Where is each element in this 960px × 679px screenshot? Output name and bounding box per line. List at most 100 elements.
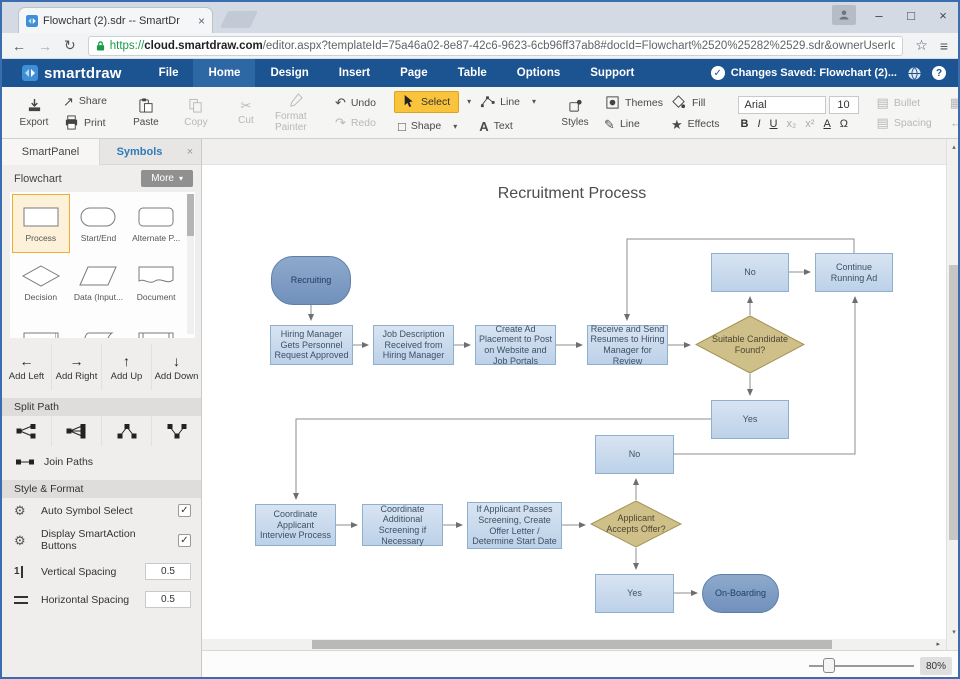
spacing-button[interactable]: ▤Spacing (877, 116, 932, 129)
font-color-button[interactable]: A (823, 118, 830, 130)
shape-caret-icon[interactable]: ▾ (453, 122, 457, 131)
panel-close-icon[interactable]: × (179, 146, 201, 158)
zoom-slider[interactable] (809, 665, 914, 667)
subscript-button[interactable]: x₂ (787, 118, 797, 130)
node-job-description[interactable]: Job Description Received from Hiring Man… (373, 325, 454, 365)
join-paths-button[interactable]: Join Paths (2, 446, 201, 472)
line-style-button[interactable]: ✎Line (604, 118, 663, 131)
split-path-down-button[interactable] (102, 416, 152, 446)
node-create-offer[interactable]: If Applicant Passes Screening, Create Of… (467, 502, 562, 549)
menu-design[interactable]: Design (255, 59, 323, 87)
node-applicant-accepts[interactable]: Applicant Accepts Offer? (590, 500, 682, 548)
italic-button[interactable]: I (757, 118, 760, 130)
cut-button[interactable]: ✂ Cut (225, 99, 267, 126)
symbol-alternate-process[interactable]: Alternate P... (127, 194, 185, 253)
node-yes-candidate[interactable]: Yes (711, 400, 789, 439)
horizontal-scrollbar[interactable]: ▸ (202, 639, 946, 650)
add-right-button[interactable]: →Add Right (52, 344, 102, 390)
effects-button[interactable]: ★Effects (671, 118, 720, 131)
scroll-down-icon[interactable]: ▾ (947, 628, 960, 636)
refresh-icon[interactable]: ↻ (64, 37, 76, 54)
node-recruiting[interactable]: Recruiting (271, 256, 351, 305)
menu-insert[interactable]: Insert (324, 59, 385, 87)
add-down-button[interactable]: ↓Add Down (152, 344, 201, 390)
symbol-multi-document[interactable] (12, 312, 70, 338)
help-icon[interactable]: ? (932, 66, 946, 80)
symbol-predefined-process[interactable] (127, 312, 185, 338)
node-no-continue[interactable]: No (711, 253, 789, 292)
horizontal-scroll-thumb[interactable] (312, 640, 832, 649)
browser-menu-icon[interactable]: ≡ (940, 38, 948, 54)
split-path-2-right-button[interactable] (2, 416, 52, 446)
node-onboarding[interactable]: On-Boarding (702, 574, 779, 613)
globe-icon[interactable] (907, 66, 922, 81)
auto-symbol-select-checkbox[interactable]: ✓ (178, 504, 191, 517)
split-path-up-button[interactable] (152, 416, 201, 446)
horizontal-spacing-input[interactable]: 0.5 (145, 591, 191, 608)
export-button[interactable]: Export (13, 98, 55, 128)
vertical-scroll-thumb[interactable] (949, 265, 959, 540)
line-caret-icon[interactable]: ▾ (532, 97, 536, 106)
paste-button[interactable]: Paste (125, 98, 167, 128)
symbol-stored-data[interactable] (70, 312, 128, 338)
scroll-right-icon[interactable]: ▸ (936, 640, 940, 648)
profile-icon[interactable] (832, 5, 856, 25)
shape-tool-button[interactable]: □ Shape (394, 118, 445, 135)
fill-button[interactable]: Fill (671, 95, 720, 111)
draw-area[interactable]: Recruitment Process (202, 139, 946, 639)
font-name-input[interactable]: Arial (738, 96, 826, 114)
back-icon[interactable]: ← (12, 38, 26, 54)
text-tool-button[interactable]: A Text (475, 118, 517, 135)
node-additional-screening[interactable]: Coordinate Additional Screening if Neces… (362, 504, 443, 546)
more-button[interactable]: More▾ (141, 170, 193, 187)
new-tab-button[interactable] (220, 11, 258, 28)
menu-options[interactable]: Options (502, 59, 575, 87)
add-up-button[interactable]: ↑Add Up (102, 344, 152, 390)
node-yes-offer[interactable]: Yes (595, 574, 674, 613)
tab-close-icon[interactable]: × (198, 14, 205, 28)
tab-smartpanel[interactable]: SmartPanel (2, 139, 100, 165)
copy-button[interactable]: Copy (175, 98, 217, 128)
menu-home[interactable]: Home (193, 59, 255, 87)
zoom-slider-handle[interactable] (823, 658, 835, 673)
themes-button[interactable]: Themes (604, 95, 663, 111)
bullet-button[interactable]: ▤Bullet (877, 96, 932, 109)
menu-file[interactable]: File (144, 59, 194, 87)
add-left-button[interactable]: ←Add Left (2, 344, 52, 390)
symbol-document[interactable]: Document (127, 253, 185, 312)
select-caret-icon[interactable]: ▾ (467, 97, 471, 106)
format-painter-button[interactable]: Format Painter (275, 92, 317, 133)
node-create-ad[interactable]: Create Ad Placement to Post on Website a… (475, 325, 556, 365)
display-smartaction-checkbox[interactable]: ✓ (178, 534, 191, 547)
bookmark-star-icon[interactable]: ☆ (915, 37, 928, 54)
styles-button[interactable]: Styles (554, 98, 596, 128)
undo-button[interactable]: ↶Undo (335, 96, 376, 109)
maximize-button[interactable]: □ (902, 8, 920, 23)
url-bar[interactable]: https://cloud.smartdraw.com/editor.aspx?… (88, 36, 904, 56)
select-tool-button[interactable]: Select (394, 91, 459, 113)
align-button[interactable]: ▦Align (950, 96, 960, 109)
node-hiring-manager[interactable]: Hiring Manager Gets Personnel Request Ap… (270, 325, 353, 365)
superscript-button[interactable]: x² (805, 118, 814, 130)
redo-button[interactable]: ↷Redo (335, 116, 376, 129)
symbol-button[interactable]: Ω (840, 118, 848, 130)
node-receive-resumes[interactable]: Receive and Send Resumes to Hiring Manag… (587, 325, 668, 365)
underline-button[interactable]: U (770, 118, 778, 130)
menu-table[interactable]: Table (443, 59, 502, 87)
node-suitable-candidate[interactable]: Suitable Candidate Found? (695, 315, 805, 374)
minimize-button[interactable]: – (870, 8, 888, 23)
symbol-decision[interactable]: Decision (12, 253, 70, 312)
forward-icon[interactable]: → (38, 38, 52, 54)
browser-tab[interactable]: Flowchart (2).sdr -- SmartDr × (18, 7, 213, 33)
node-coordinate-interview[interactable]: Coordinate Applicant Interview Process (255, 504, 336, 546)
menu-page[interactable]: Page (385, 59, 443, 87)
bold-button[interactable]: B (741, 118, 749, 130)
line-tool-button[interactable]: Line (475, 92, 524, 112)
symbol-process[interactable]: Process (12, 194, 70, 253)
symbol-scrollbar[interactable] (187, 194, 194, 334)
split-path-3-right-button[interactable] (52, 416, 102, 446)
node-continue-running-ad[interactable]: Continue Running Ad (815, 253, 893, 292)
node-no-offer[interactable]: No (595, 435, 674, 474)
drawing-canvas[interactable]: Recruitment Process (202, 139, 960, 679)
vertical-spacing-input[interactable]: 0.5 (145, 563, 191, 580)
